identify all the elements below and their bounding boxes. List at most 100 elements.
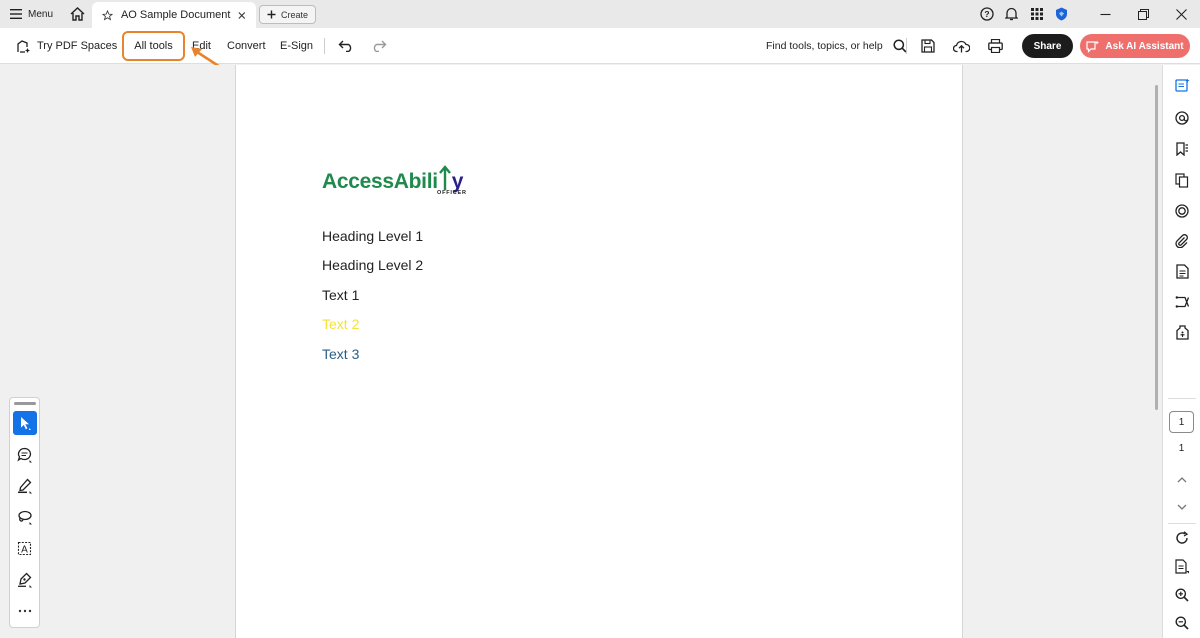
zoom-in-button[interactable] (1172, 585, 1192, 605)
drag-handle[interactable] (14, 402, 36, 405)
print-icon (987, 39, 1003, 53)
search-icon (893, 39, 907, 53)
save-button[interactable] (917, 28, 939, 64)
logo-arrow-icon (438, 165, 451, 190)
find-tools-label: Find tools, topics, or help (766, 40, 883, 52)
document-properties-button[interactable] (1172, 261, 1192, 281)
page-fit-button[interactable] (1172, 556, 1192, 576)
logo-subtitle: OFFICER (437, 190, 467, 196)
doc-heading-1: Heading Level 1 (322, 228, 424, 244)
at-icon (1175, 111, 1189, 125)
tab-title: AO Sample Document (120, 9, 231, 21)
add-text-tool-button[interactable]: A (13, 537, 37, 561)
chevron-up-icon (1177, 476, 1187, 482)
bookmarks-button[interactable] (1172, 139, 1192, 159)
window-controls: ? (974, 0, 1200, 28)
mentions-button[interactable] (1172, 108, 1192, 128)
rotate-button[interactable] (1172, 528, 1192, 548)
page-fit-icon (1174, 558, 1189, 574)
comment-icon (17, 447, 32, 463)
all-tools-label: All tools (134, 40, 173, 52)
more-icon (18, 609, 32, 613)
draw-tool-button[interactable] (13, 505, 37, 529)
try-pdf-spaces-label: Try PDF Spaces (37, 40, 118, 52)
upload-icon (952, 40, 970, 53)
text-box-icon: A (17, 541, 32, 556)
ask-ai-assistant-button[interactable]: Ask AI Assistant (1080, 34, 1190, 58)
accessibility-check-button[interactable] (1172, 322, 1192, 342)
panel-divider (1168, 523, 1196, 524)
home-icon (70, 7, 84, 21)
next-page-button[interactable] (1172, 497, 1192, 517)
esign-button[interactable]: E-Sign (280, 28, 313, 64)
hamburger-icon (10, 9, 22, 19)
doc-text-2: Text 2 (322, 316, 360, 332)
account-button[interactable] (1049, 0, 1074, 28)
sign-tool-button[interactable] (13, 568, 37, 592)
svg-text:?: ? (984, 9, 989, 19)
doc-text-1: Text 1 (322, 287, 360, 303)
menu-button[interactable]: Menu (0, 0, 63, 28)
document-icon (1175, 263, 1189, 279)
help-icon: ? (979, 7, 994, 21)
notifications-button[interactable] (999, 0, 1024, 28)
more-tools-button[interactable] (13, 601, 37, 621)
apps-grid-icon (1030, 8, 1043, 20)
sign-icon (18, 572, 32, 588)
main-toolbar: Try PDF Spaces All tools Edit Convert E-… (0, 28, 1200, 64)
upload-button[interactable] (950, 28, 972, 64)
scrollbar-thumb[interactable] (1155, 85, 1158, 410)
document-tab[interactable]: AO Sample Document (92, 2, 256, 28)
apps-button[interactable] (1024, 0, 1049, 28)
close-icon[interactable] (238, 11, 246, 20)
print-button[interactable] (984, 28, 1006, 64)
toolbar-divider (906, 38, 907, 54)
select-icon (21, 417, 31, 430)
toolbar-divider (324, 38, 325, 54)
home-button[interactable] (62, 0, 92, 28)
ai-assistant-icon (1086, 40, 1100, 53)
zoom-out-button[interactable] (1172, 613, 1192, 633)
select-tool-button[interactable] (13, 411, 37, 435)
esign-label: E-Sign (280, 40, 314, 52)
star-icon[interactable] (102, 9, 113, 22)
spaces-icon (17, 39, 30, 53)
chevron-down-icon (1177, 504, 1187, 510)
current-page-input[interactable]: 1 (1169, 411, 1194, 433)
layers-icon (1175, 204, 1189, 218)
rotate-icon (1176, 531, 1189, 544)
zoom-in-icon (1175, 588, 1189, 602)
add-comment-tool-button[interactable] (13, 443, 37, 467)
restore-button[interactable] (1124, 0, 1162, 28)
try-pdf-spaces-button[interactable]: Try PDF Spaces (16, 28, 117, 64)
close-window-button[interactable] (1162, 0, 1200, 28)
right-side-panel: 1 1 (1162, 65, 1200, 638)
accessability-officer-logo: AccessAbili y OFFICER (322, 157, 492, 201)
highlight-tool-button[interactable] (13, 474, 37, 498)
save-icon (921, 39, 935, 53)
bell-icon (1005, 7, 1018, 21)
compare-icon (1175, 296, 1189, 308)
layers-button[interactable] (1172, 201, 1192, 221)
minimize-button[interactable] (1086, 0, 1124, 28)
undo-icon (338, 40, 352, 52)
share-button[interactable]: Share (1022, 34, 1073, 58)
undo-button[interactable] (336, 28, 356, 64)
find-tools-search[interactable]: Find tools, topics, or help (766, 28, 907, 64)
organize-pages-button[interactable] (1172, 170, 1192, 190)
help-button[interactable]: ? (974, 0, 999, 28)
close-icon (1175, 8, 1187, 20)
comments-panel-button[interactable] (1172, 75, 1192, 95)
previous-page-button[interactable] (1172, 469, 1192, 489)
attachments-button[interactable] (1172, 231, 1192, 251)
total-pages: 1 (1178, 443, 1185, 454)
all-tools-button[interactable]: All tools (122, 31, 185, 61)
pages-icon (1175, 172, 1189, 188)
accessibility-icon (1175, 324, 1189, 340)
create-label: Create (281, 9, 309, 20)
logo-text-main: AccessAbili (322, 170, 438, 193)
redo-button[interactable] (369, 28, 389, 64)
compare-files-button[interactable] (1172, 292, 1192, 312)
create-button[interactable]: Create (259, 5, 317, 24)
pdf-page: AccessAbili y OFFICER Heading Level 1 Hea… (235, 65, 963, 638)
